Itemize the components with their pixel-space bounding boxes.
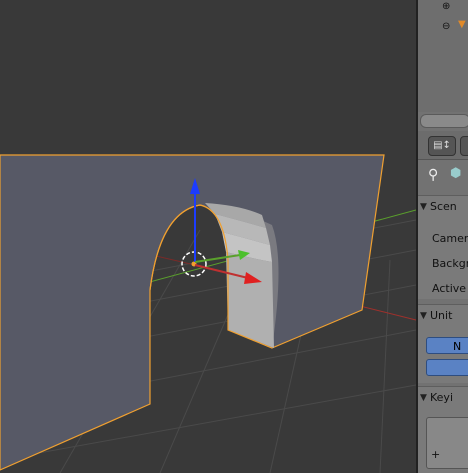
camera-label: Camer [432,232,468,245]
background-label: Backgr [432,257,468,270]
pin-icon[interactable]: ⚲ [428,167,438,183]
wall-face[interactable] [0,154,385,471]
side-editors: ⊕ ⊖ ▼ ▤↕ ⚲ ⬢ ▼ Scen Camer Backgr Active … [418,0,468,473]
properties-tools: ⚲ ⬢ [418,160,468,190]
scene-panel-title: Scen [430,200,457,213]
restrict-icon[interactable]: ⊕ [442,2,450,12]
3d-viewport[interactable] [0,0,416,473]
add-keying-set-icon[interactable]: + [431,448,440,461]
object-icon[interactable]: ▼ [458,20,466,30]
units-panel-title: Unit [430,309,453,322]
keying-panel-header[interactable]: ▼ Keyi [418,387,468,409]
active-label: Active [432,282,467,295]
keying-panel-title: Keyi [430,391,453,404]
scene-panel-header[interactable]: ▼ Scen [418,196,468,218]
scene-panel: ▼ Scen Camer Backgr Active [418,195,468,299]
unit-rotation-button[interactable] [426,359,468,376]
properties-context-icon[interactable] [460,136,468,156]
collapse-triangle-icon[interactable]: ▼ [420,305,427,327]
editor-type-icon[interactable]: ▤↕ [428,136,456,156]
outliner-panel[interactable]: ⊕ ⊖ ▼ [418,0,468,112]
collapse-triangle-icon[interactable]: ▼ [420,196,427,218]
units-panel: ▼ Unit N [418,304,468,383]
collapse-triangle-icon[interactable]: ▼ [420,387,427,409]
units-panel-header[interactable]: ▼ Unit [418,305,468,327]
outliner-scrollbar[interactable] [420,114,468,128]
scene-icon[interactable]: ⬢ [450,166,461,181]
properties-header: ▤↕ [418,131,468,160]
viewport-canvas[interactable] [0,0,416,473]
collapse-icon[interactable]: ⊖ [442,22,450,32]
unit-system-none-button[interactable]: N [426,337,468,354]
keying-sets-list[interactable]: + [426,417,468,469]
